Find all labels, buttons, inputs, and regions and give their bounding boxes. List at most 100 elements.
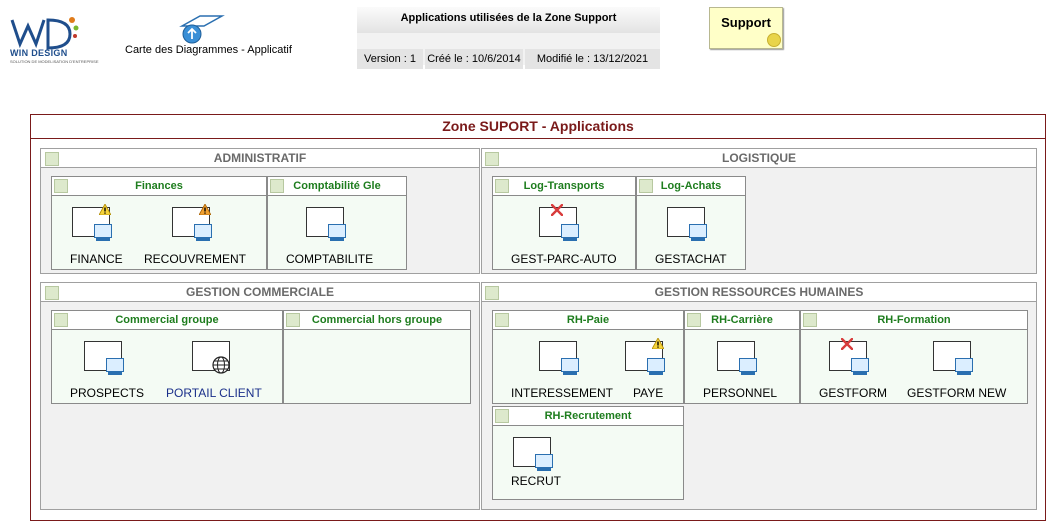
warning-icon	[199, 204, 211, 215]
app-icon-gestform[interactable]	[829, 338, 871, 377]
monitor-base	[853, 372, 867, 375]
app-icon-gest-parc-auto[interactable]	[539, 204, 581, 243]
subgroup-title: RH-Carrière	[685, 311, 799, 330]
diagram-title: Applications utilisées de la Zone Suppor…	[357, 7, 660, 33]
app-icon-gestform-new[interactable]	[933, 341, 975, 377]
monitor-icon	[561, 224, 579, 238]
group-marker-icon	[485, 152, 499, 166]
subgroup-title: Log-Achats	[637, 177, 745, 196]
diagram-map-icon[interactable]	[178, 12, 226, 46]
app-icon-finance[interactable]	[72, 204, 114, 243]
subgroup-comptabilite[interactable]: Comptabilité Gle COMPTABILITE	[267, 176, 407, 270]
monitor-icon	[535, 454, 553, 468]
monitor-base	[563, 238, 577, 241]
monitor-icon	[106, 358, 124, 372]
app-label[interactable]: GESTACHAT	[655, 252, 727, 266]
group-logistique[interactable]: LOGISTIQUE Log-Transports GEST-PARC-AUTO…	[481, 148, 1037, 274]
monitor-base	[649, 372, 663, 375]
error-x-icon	[551, 204, 563, 216]
note-dot-icon	[767, 33, 781, 47]
subgroup-marker-icon	[803, 313, 817, 327]
modified-date: Modifié le : 13/12/2021	[525, 49, 660, 69]
logo-text: WIN DESIGN	[10, 48, 68, 58]
monitor-icon	[955, 358, 973, 372]
subgroup-marker-icon	[687, 313, 701, 327]
monitor-icon	[328, 224, 346, 238]
group-gestion-ressources-humaines[interactable]: GESTION RESSOURCES HUMAINES RH-Paie INTE…	[481, 282, 1037, 510]
subgroup-log-transports[interactable]: Log-Transports GEST-PARC-AUTO	[492, 176, 636, 270]
group-marker-icon	[485, 286, 499, 300]
subgroup-commercial-groupe[interactable]: Commercial groupe PROSPECTS PORTAIL CLIE…	[51, 310, 283, 404]
subgroup-title: Log-Transports	[493, 177, 635, 196]
monitor-icon	[851, 358, 869, 372]
zone-frame: Zone SUPORT - Applications ADMINISTRATIF…	[30, 114, 1046, 521]
app-label[interactable]: COMPTABILITE	[286, 252, 373, 266]
app-icon-recrut[interactable]	[513, 437, 555, 473]
diagram-info-panel: Applications utilisées de la Zone Suppor…	[357, 7, 660, 69]
zone-title: Zone SUPORT - Applications	[442, 118, 634, 134]
group-marker-icon	[45, 152, 59, 166]
app-icon-paye[interactable]	[625, 338, 667, 377]
subgroup-rh-formation[interactable]: RH-Formation GESTFORM GESTFORM NEW	[800, 310, 1028, 404]
subgroup-marker-icon	[270, 179, 284, 193]
app-icon-prospects[interactable]	[84, 341, 126, 377]
app-label[interactable]: PERSONNEL	[703, 386, 777, 400]
subgroup-marker-icon	[495, 313, 509, 327]
app-icon-personnel[interactable]	[717, 341, 759, 377]
subgroup-title: Commercial groupe	[52, 311, 282, 330]
subgroup-marker-icon	[495, 179, 509, 193]
monitor-base	[563, 372, 577, 375]
app-icon-interessement[interactable]	[539, 341, 581, 377]
subgroup-marker-icon	[495, 409, 509, 423]
logo-subtitle: SOLUTION DE MODELISATION D'ENTREPRISE	[10, 59, 99, 64]
monitor-base	[957, 372, 971, 375]
app-icon-portail-client[interactable]	[192, 341, 234, 377]
monitor-base	[196, 238, 210, 241]
app-label[interactable]: FINANCE	[70, 252, 123, 266]
app-label[interactable]: GESTFORM NEW	[907, 386, 1006, 400]
subgroup-rh-carriere[interactable]: RH-Carrière PERSONNEL	[684, 310, 800, 404]
monitor-icon	[94, 224, 112, 238]
group-administratif[interactable]: ADMINISTRATIF Finances FINANCE RECOUVREM…	[40, 148, 480, 274]
subgroup-marker-icon	[286, 313, 300, 327]
app-label[interactable]: RECRUT	[511, 474, 561, 488]
error-x-icon	[841, 338, 853, 350]
app-label[interactable]: GEST-PARC-AUTO	[511, 252, 617, 266]
app-label[interactable]: PROSPECTS	[70, 386, 144, 400]
created-date: Créé le : 10/6/2014	[425, 49, 523, 69]
subgroup-log-achats[interactable]: Log-Achats GESTACHAT	[636, 176, 746, 270]
diagram-map-link[interactable]: Carte des Diagrammes - Applicatif	[125, 44, 292, 56]
group-marker-icon	[45, 286, 59, 300]
warning-icon	[99, 204, 111, 215]
group-title: LOGISTIQUE	[482, 149, 1036, 168]
support-note[interactable]: Support	[709, 7, 783, 49]
subgroup-rh-paie[interactable]: RH-Paie INTERESSEMENT PAYE	[492, 310, 684, 404]
app-label[interactable]: RECOUVREMENT	[144, 252, 246, 266]
monitor-base	[330, 238, 344, 241]
app-label[interactable]: INTERESSEMENT	[511, 386, 613, 400]
group-gestion-commerciale[interactable]: GESTION COMMERCIALE Commercial groupe PR…	[40, 282, 480, 510]
subgroup-title: RH-Recrutement	[493, 407, 683, 426]
app-icon-comptabilite[interactable]	[306, 207, 348, 243]
app-icon-recouvrement[interactable]	[172, 204, 214, 243]
monitor-base	[537, 468, 551, 471]
monitor-icon	[739, 358, 757, 372]
app-label[interactable]: PORTAIL CLIENT	[166, 386, 262, 400]
support-label: Support	[721, 15, 771, 30]
zone-divider	[31, 138, 1045, 139]
subgroup-finances[interactable]: Finances FINANCE RECOUVREMENT	[51, 176, 267, 270]
subgroup-rh-recrutement[interactable]: RH-Recrutement RECRUT	[492, 406, 684, 500]
monitor-base	[741, 372, 755, 375]
subgroup-commercial-hors-groupe[interactable]: Commercial hors groupe	[283, 310, 471, 404]
monitor-base	[96, 238, 110, 241]
monitor-base	[691, 238, 705, 241]
globe-icon	[212, 356, 230, 374]
subgroup-title: Comptabilité Gle	[268, 177, 406, 196]
app-label[interactable]: GESTFORM	[819, 386, 887, 400]
app-label[interactable]: PAYE	[633, 386, 663, 400]
subgroup-title: RH-Paie	[493, 311, 683, 330]
app-icon-gestachat[interactable]	[667, 207, 709, 243]
group-title: ADMINISTRATIF	[41, 149, 479, 168]
monitor-icon	[194, 224, 212, 238]
monitor-icon	[561, 358, 579, 372]
